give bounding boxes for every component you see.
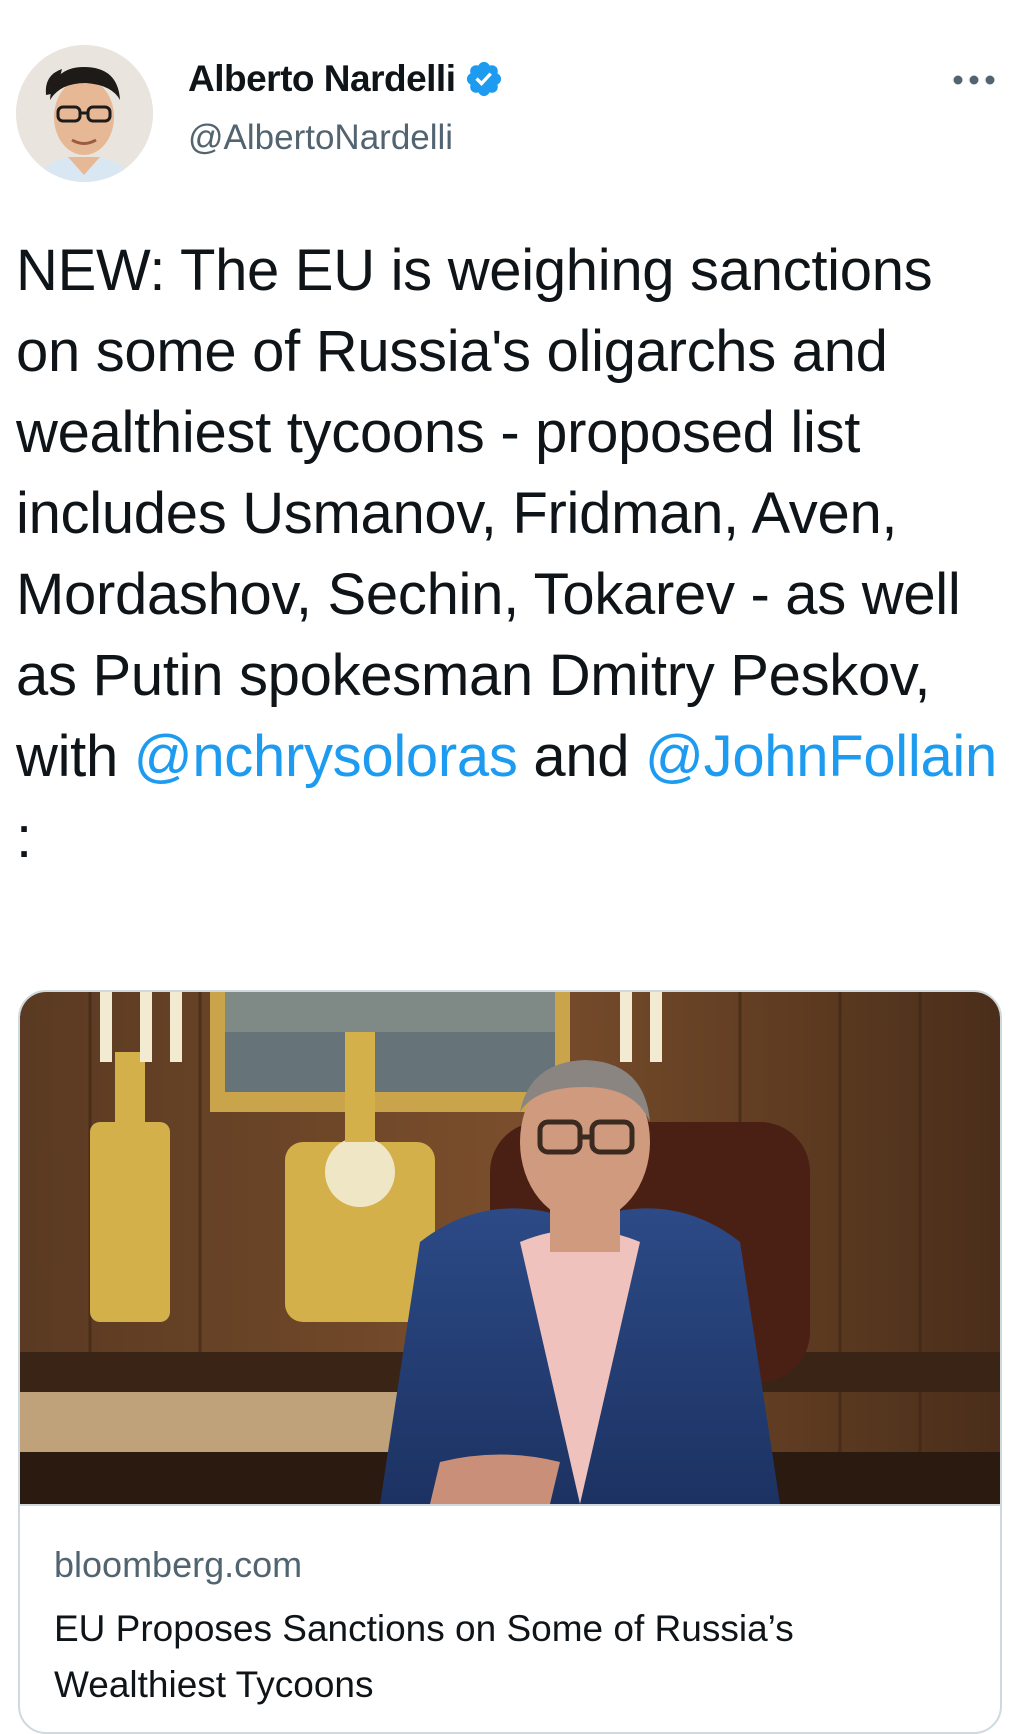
avatar-photo-icon <box>16 45 153 182</box>
author-avatar[interactable] <box>16 45 153 182</box>
link-card-image[interactable] <box>20 992 1000 1504</box>
tweet-text-part: : <box>16 805 32 870</box>
author-name-row: Alberto Nardelli <box>188 58 504 100</box>
tweet-text: NEW: The EU is weighing sanctions on som… <box>16 230 1001 878</box>
mention-link-johnfollain[interactable]: @JohnFollain <box>645 724 997 789</box>
tweet-header: Alberto Nardelli @AlbertoNardelli <box>0 0 1012 200</box>
more-options-button[interactable] <box>950 62 998 98</box>
article-photo-icon <box>20 992 1000 1504</box>
author-display-name[interactable]: Alberto Nardelli <box>188 58 456 100</box>
more-options-icon <box>953 75 995 85</box>
tweet-text-part: NEW: The EU is weighing sanctions on som… <box>16 238 961 789</box>
mention-link-nchrysoloras[interactable]: @nchrysoloras <box>134 724 518 789</box>
author-handle[interactable]: @AlbertoNardelli <box>188 118 453 158</box>
link-card-meta: bloomberg.com EU Proposes Sanctions on S… <box>20 1504 1000 1705</box>
link-card-domain: bloomberg.com <box>54 1544 303 1585</box>
link-preview-card[interactable]: bloomberg.com EU Proposes Sanctions on S… <box>18 990 1002 1734</box>
tweet-text-part: and <box>517 724 646 789</box>
link-card-title[interactable]: EU Proposes Sanctions on Some of Russia’… <box>54 1601 954 1713</box>
verified-badge-icon <box>466 61 501 97</box>
